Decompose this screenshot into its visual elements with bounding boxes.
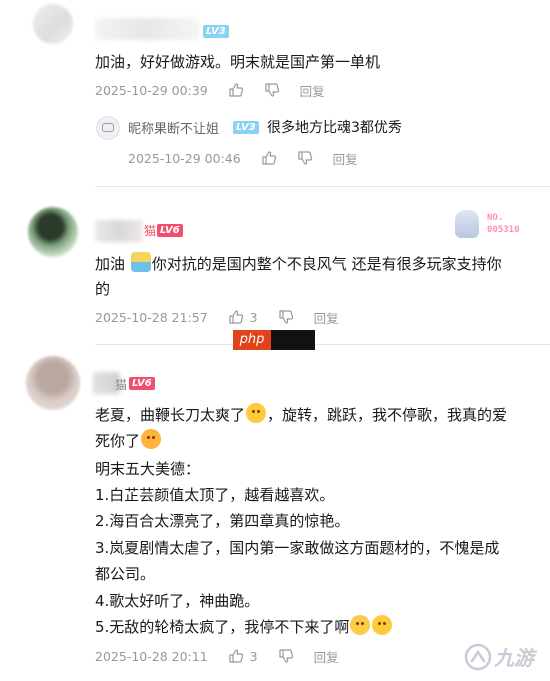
username[interactable]	[95, 18, 200, 40]
divider	[95, 344, 550, 345]
comment-text-line: 明末五大美德：	[95, 460, 201, 478]
thumb-down-icon	[278, 310, 293, 324]
username[interactable]	[95, 220, 143, 242]
crying-emoji-icon	[350, 615, 371, 635]
comment-text-part: 老夏，曲鞭长刀太爽了	[95, 406, 246, 424]
reply-button[interactable]: 回复	[314, 647, 339, 666]
comment-text: 老夏，曲鞭长刀太爽了 ，旋转，跳跃，我不停歌，我真的爱	[95, 402, 507, 428]
comment-text-line: 的	[95, 280, 111, 298]
robot-face-icon	[102, 123, 114, 132]
reply-button[interactable]: 回复	[314, 308, 339, 327]
avatar[interactable]	[33, 4, 73, 44]
divider	[95, 186, 550, 187]
reply-username[interactable]: 昵称果断不让姐	[128, 118, 219, 137]
level-badge: LV6	[129, 377, 155, 390]
comment-text-line: 死你了	[95, 428, 162, 454]
comment-text-part: 5.无敌的轮椅太疯了，我停不下来了啊	[95, 618, 350, 636]
comment-text-part: 加油	[95, 255, 126, 273]
reply-meta: 2025-10-29 00:46 回复	[128, 148, 358, 168]
comment-text-part: 死你了	[95, 432, 141, 450]
avatar[interactable]	[28, 207, 78, 257]
fan-card-number: 005310	[487, 225, 520, 235]
comment-text-line: 5.无敌的轮椅太疯了，我停不下来了啊	[95, 614, 393, 640]
level-badge: LV3	[203, 25, 229, 38]
php-watermark-text: php	[233, 330, 271, 350]
thumb-down-icon	[298, 151, 312, 165]
level-badge: LV6	[157, 224, 183, 237]
thumb-up-icon	[229, 83, 243, 97]
reply-avatar[interactable]	[96, 116, 120, 140]
jiuyou-logo-icon	[464, 643, 492, 670]
like-button[interactable]	[228, 82, 244, 98]
reply-text: 很多地方比魂3都优秀	[267, 120, 402, 136]
thumb-down-icon	[265, 83, 279, 97]
comment-meta: 2025-10-28 20:11 3 回复	[95, 646, 339, 666]
reply-button[interactable]: 回复	[333, 149, 358, 168]
laughing-emoji-icon	[246, 403, 267, 423]
comment-text-line: 2.海百合太漂亮了，第四章真的惊艳。	[95, 512, 350, 530]
thumb-up-icon	[229, 649, 243, 663]
like-button[interactable]: 3	[228, 648, 258, 664]
comment-time: 2025-10-29 00:39	[95, 82, 208, 98]
surprised-emoji-icon	[141, 429, 162, 449]
reply-button[interactable]: 回复	[300, 81, 325, 100]
php-watermark: php	[233, 330, 315, 350]
thumb-up-icon	[229, 310, 243, 324]
site-watermark: 九游	[464, 642, 534, 671]
username-suffix[interactable]: 猫	[144, 222, 156, 239]
comment-text-part: ，旋转，跳跃，我不停歌，我真的爱	[267, 406, 508, 424]
anime-girl-icon	[455, 210, 479, 238]
fan-card-no: NO.	[487, 213, 504, 223]
like-count: 3	[249, 648, 258, 664]
comment-text-line: 3.岚夏剧情太虐了，国内第一家敢做这方面题材的，不愧是成	[95, 539, 500, 557]
emoji-icon	[130, 252, 151, 272]
comment-text-part: 你对抗的是国内整个不良风气 还是有很多玩家支持你	[151, 255, 502, 273]
dislike-button[interactable]	[264, 82, 280, 98]
comment-text: 加油 你对抗的是国内整个不良风气 还是有很多玩家支持你	[95, 251, 502, 277]
comment-text-line: 4.歌太好听了，神曲跪。	[95, 592, 260, 610]
like-count: 3	[249, 309, 258, 325]
dislike-button[interactable]	[278, 309, 294, 325]
comment-time: 2025-10-28 21:57	[95, 309, 208, 325]
like-button[interactable]: 3	[228, 309, 258, 325]
comment-meta: 2025-10-28 21:57 3 回复	[95, 307, 339, 327]
comment-text: 加油，好好做游戏。明末就是国产第一单机	[95, 53, 381, 71]
comment-meta: 2025-10-29 00:39 回复	[95, 80, 325, 100]
avatar[interactable]	[26, 356, 80, 410]
smile-emoji-icon	[372, 615, 393, 635]
reply-level-badge: LV3	[233, 121, 259, 134]
fan-card-badge: NO. 005310	[455, 210, 535, 240]
site-watermark-text: 九游	[494, 646, 534, 670]
comment-text-line: 1.白芷芸颜值太顶了，越看越喜欢。	[95, 486, 335, 504]
like-button[interactable]	[261, 150, 277, 166]
comment-text-line: 都公司。	[95, 565, 156, 583]
thumb-up-icon	[262, 151, 276, 165]
reply-time: 2025-10-29 00:46	[128, 150, 241, 166]
username-suffix[interactable]: 猫	[115, 376, 127, 393]
dislike-button[interactable]	[297, 150, 313, 166]
comment-time: 2025-10-28 20:11	[95, 648, 208, 664]
dislike-button[interactable]	[278, 648, 294, 664]
thumb-down-icon	[278, 649, 293, 663]
